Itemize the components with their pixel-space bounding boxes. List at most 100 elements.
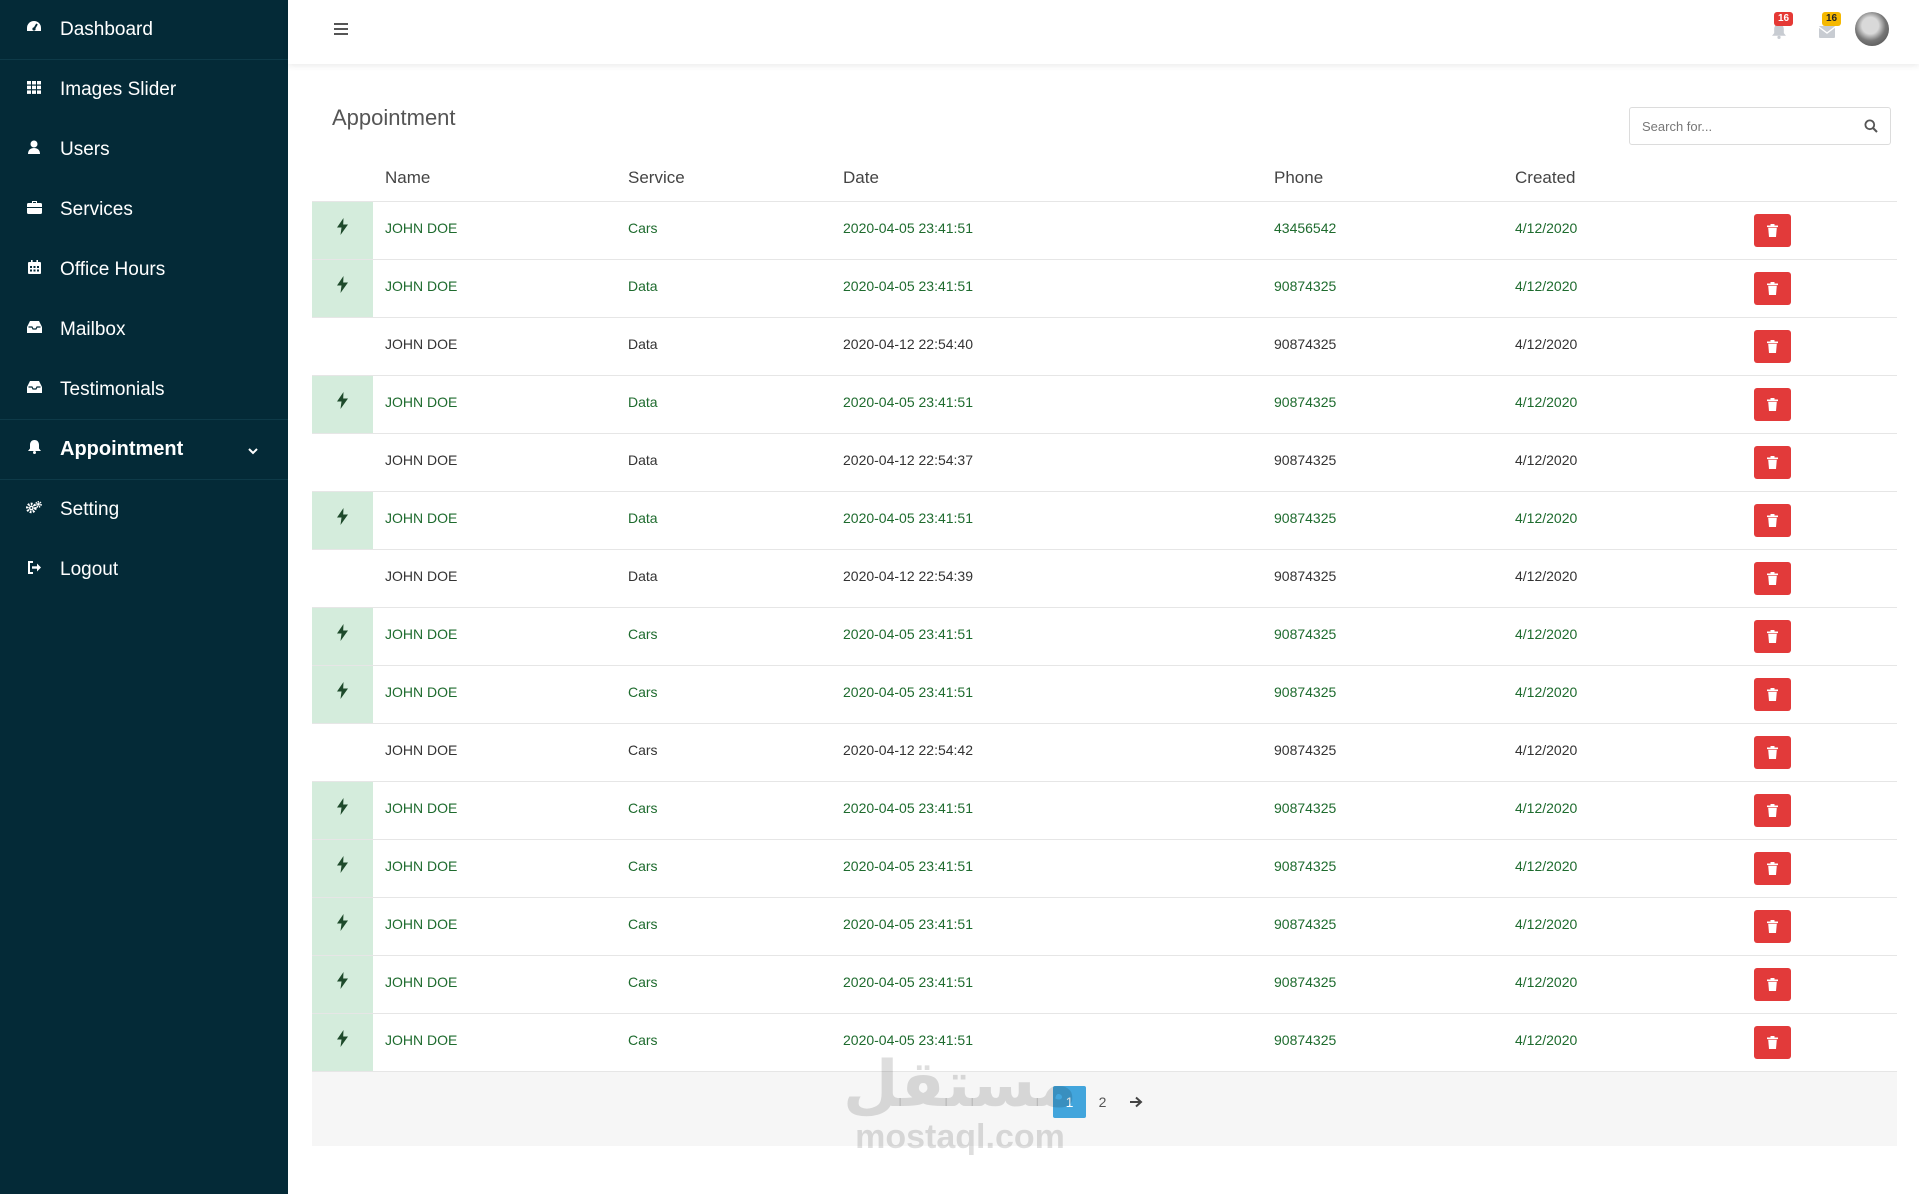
sidebar-item-dashboard[interactable]: Dashboard [0, 0, 288, 60]
cell-name: JOHN DOE [385, 916, 458, 932]
delete-button[interactable] [1754, 446, 1791, 479]
page-2-button[interactable]: 2 [1086, 1086, 1119, 1118]
sidebar-item-images-slider[interactable]: Images Slider [0, 60, 288, 120]
highlight-cell [312, 956, 373, 1013]
table-row: JOHN DOE Data 2020-04-12 22:54:40 90874325 4… [312, 318, 1897, 376]
appointments-table: Name Service Date Phone Created JOHN DOE… [312, 160, 1897, 1072]
delete-button[interactable] [1754, 794, 1791, 827]
delete-button[interactable] [1754, 736, 1791, 769]
sidebar: Dashboard Images Slider Users Services O… [0, 0, 288, 1194]
column-header-phone[interactable]: Phone [1274, 168, 1323, 188]
page-1-button[interactable]: 1 [1053, 1086, 1086, 1118]
cell-service: Cars [628, 626, 658, 642]
sidebar-item-services[interactable]: Services [0, 180, 288, 240]
notifications-button[interactable]: 16 [1768, 12, 1794, 40]
sidebar-item-office-hours[interactable]: Office Hours [0, 240, 288, 300]
cell-created: 4/12/2020 [1515, 394, 1578, 410]
cell-service: Data [628, 394, 658, 410]
cell-name: JOHN DOE [385, 336, 458, 352]
sidebar-item-logout[interactable]: Logout [0, 540, 288, 600]
delete-button[interactable] [1754, 910, 1791, 943]
search-input[interactable] [1630, 108, 1850, 144]
cell-name: JOHN DOE [385, 742, 458, 758]
topbar: 16 16 [288, 0, 1919, 64]
sidebar-item-mailbox[interactable]: Mailbox [0, 300, 288, 360]
delete-button[interactable] [1754, 1026, 1791, 1059]
sidebar-item-testimonials[interactable]: Testimonials [0, 360, 288, 420]
column-header-service[interactable]: Service [628, 168, 685, 188]
envelope-icon [1819, 26, 1835, 38]
highlight-cell [312, 666, 373, 723]
gears-icon [26, 499, 42, 515]
cell-created: 4/12/2020 [1515, 278, 1578, 294]
grid-icon [26, 79, 42, 95]
cell-name: JOHN DOE [385, 626, 458, 642]
column-header-date[interactable]: Date [843, 168, 879, 188]
highlight-cell [312, 608, 373, 665]
trash-icon [1767, 978, 1778, 991]
search-icon[interactable] [1864, 119, 1878, 138]
cell-phone: 90874325 [1274, 742, 1337, 758]
sidebar-item-setting[interactable]: Setting [0, 480, 288, 540]
delete-button[interactable] [1754, 620, 1791, 653]
cell-created: 4/12/2020 [1515, 800, 1578, 816]
cell-service: Data [628, 278, 658, 294]
highlight-cell [312, 1014, 373, 1071]
bell-icon [26, 439, 42, 455]
sidebar-item-appointment[interactable]: Appointment [0, 420, 288, 480]
cell-date: 2020-04-05 23:41:51 [843, 1032, 973, 1048]
cell-name: JOHN DOE [385, 1032, 458, 1048]
delete-button[interactable] [1754, 562, 1791, 595]
column-header-name[interactable]: Name [385, 168, 430, 188]
highlight-cell [312, 782, 373, 839]
table-header: Name Service Date Phone Created [312, 160, 1897, 202]
delete-button[interactable] [1754, 388, 1791, 421]
sidebar-item-users[interactable]: Users [0, 120, 288, 180]
column-header-created[interactable]: Created [1515, 168, 1575, 188]
sidebar-item-label: Logout [60, 559, 119, 580]
cell-created: 4/12/2020 [1515, 858, 1578, 874]
cell-created: 4/12/2020 [1515, 684, 1578, 700]
table-row: JOHN DOE Cars 2020-04-05 23:41:51 90874325 4… [312, 1014, 1897, 1072]
cell-date: 2020-04-05 23:41:51 [843, 626, 973, 642]
cell-date: 2020-04-12 22:54:37 [843, 452, 973, 468]
inbox-icon [26, 379, 42, 395]
delete-button[interactable] [1754, 214, 1791, 247]
cell-service: Cars [628, 1032, 658, 1048]
cell-name: JOHN DOE [385, 568, 458, 584]
trash-icon [1767, 804, 1778, 817]
table-body: JOHN DOE Cars 2020-04-05 23:41:51 43456542 4… [312, 202, 1897, 1072]
notifications-badge: 16 [1774, 12, 1794, 26]
cell-created: 4/12/2020 [1515, 452, 1578, 468]
chevron-down-icon[interactable] [248, 438, 258, 461]
cell-created: 4/12/2020 [1515, 336, 1578, 352]
trash-icon [1767, 1036, 1778, 1049]
search-box [1629, 107, 1891, 145]
user-icon [26, 139, 42, 155]
cell-service: Cars [628, 916, 658, 932]
cell-phone: 90874325 [1274, 510, 1337, 526]
table-row: JOHN DOE Data 2020-04-05 23:41:51 90874325 4… [312, 492, 1897, 550]
avatar[interactable] [1855, 12, 1889, 46]
bolt-icon [337, 276, 348, 293]
cell-service: Cars [628, 684, 658, 700]
delete-button[interactable] [1754, 852, 1791, 885]
bolt-icon [337, 856, 348, 873]
delete-button[interactable] [1754, 504, 1791, 537]
cell-phone: 90874325 [1274, 1032, 1337, 1048]
sidebar-item-label: Appointment [60, 438, 184, 460]
delete-button[interactable] [1754, 330, 1791, 363]
next-page-button[interactable] [1119, 1086, 1152, 1118]
sidebar-item-label: Dashboard [60, 18, 153, 40]
delete-button[interactable] [1754, 678, 1791, 711]
messages-badge: 16 [1822, 12, 1842, 26]
inbox-icon [26, 319, 42, 335]
pagination: 1 2 [1053, 1086, 1152, 1118]
messages-button[interactable]: 16 [1816, 12, 1842, 40]
trash-icon [1767, 514, 1778, 527]
menu-toggle-icon[interactable] [334, 23, 348, 35]
delete-button[interactable] [1754, 272, 1791, 305]
trash-icon [1767, 746, 1778, 759]
cell-service: Cars [628, 800, 658, 816]
delete-button[interactable] [1754, 968, 1791, 1001]
